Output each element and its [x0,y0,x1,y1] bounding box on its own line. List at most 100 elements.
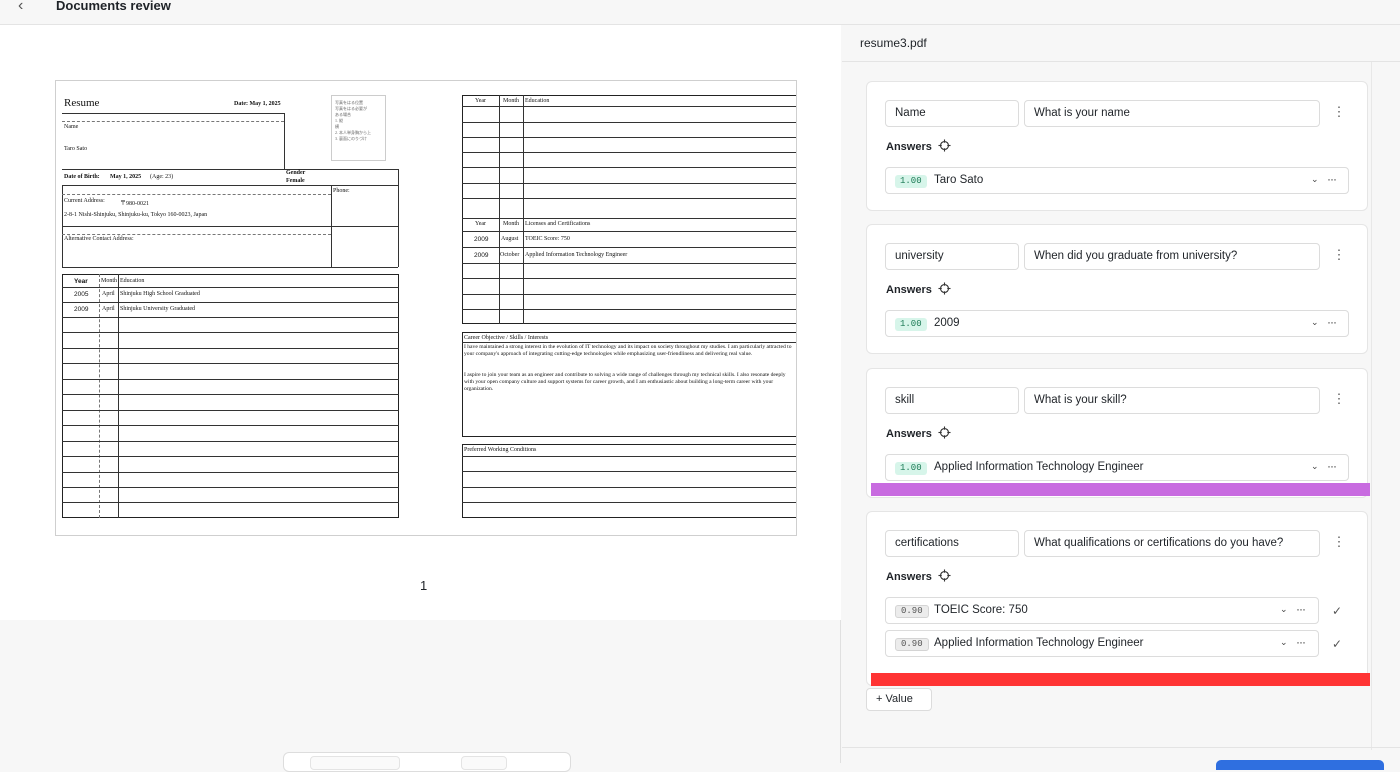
check-icon[interactable]: ✓ [1332,604,1342,618]
age-value: (Age: 23) [150,174,174,180]
chevron-down-icon[interactable]: ⌄ [1280,604,1288,615]
certifications-highlight-bar [871,673,1370,686]
confidence-badge: 1.00 [895,318,927,331]
scrollbar[interactable] [1371,62,1372,750]
lic-header-month: Month [503,221,520,227]
alt-address-label: Alternative Contact Address: [64,236,134,242]
edu-left-header-month: Month [101,278,118,284]
crosshair-icon[interactable] [938,282,951,295]
career-title: Career Objective / Skills / Interests [464,335,549,341]
question-input[interactable]: When did you graduate from university? [1024,243,1320,270]
question-input[interactable]: What qualifications or certifications do… [1024,530,1320,557]
zoom-select[interactable] [310,756,400,770]
field-card-certifications: certifications What qualifications or ce… [866,511,1368,686]
answer-value: TOEIC Score: 750 [934,604,1028,616]
edu-left-row-1-year: 2005 [74,291,89,298]
postal-code: 〒980-0021 [120,201,149,207]
key-input[interactable]: university [885,243,1019,270]
extraction-panel: resume3.pdf Name What is your name ⋮ Ans… [842,25,1400,770]
address-label: Current Address: [64,198,105,204]
viewer-toolbar [283,752,571,772]
field-card-university: university When did you graduate from un… [866,224,1368,354]
more-vertical-icon[interactable]: ⋮ [1330,247,1348,263]
phone-label: Phone: [333,188,350,194]
chevron-down-icon[interactable]: ⌄ [1280,637,1288,648]
add-value-label: Value [885,693,913,705]
key-input[interactable]: Name [885,100,1019,127]
edu-left-row-1-month: April [102,291,115,297]
answers-label: Answers [886,571,932,583]
panel-footer-divider [842,747,1400,748]
more-vertical-icon[interactable]: ⋮ [1330,104,1348,120]
dob-value: May 1, 2025 [110,174,142,180]
check-icon[interactable]: ✓ [1332,637,1342,651]
dob-label: Date of Birth: [64,174,100,180]
question-input[interactable]: What is your skill? [1024,387,1320,414]
name-value: Taro Sato [64,146,88,152]
lic-row-1-text: TOEIC Score: 750 [525,236,570,242]
chevron-down-icon[interactable]: ⌄ [1311,317,1319,328]
more-horizontal-icon[interactable]: ··· [1327,172,1337,186]
back-chevron-icon[interactable]: ‹ [18,0,23,15]
crosshair-icon[interactable] [938,139,951,152]
education-licenses-table-right [462,95,796,324]
address-value: 2-8-1 Nishi-Shinjuku, Shinjuku-ku, Tokyo… [64,212,208,218]
edu-right-header-year: Year [475,98,487,104]
answer-row[interactable]: 1.00 2009 ⌄ ··· [885,310,1349,337]
more-horizontal-icon[interactable]: ··· [1296,635,1306,649]
key-input[interactable]: certifications [885,530,1019,557]
pdf-page-area: Resume Date: May 1, 2025 写真をはる位置 写真をはる必要… [0,25,841,620]
photo-placeholder: 写真をはる位置 写真をはる必要が ある場合 1. 縦 横 2. 本人単身胸から上… [331,95,386,161]
doc-date: Date: May 1, 2025 [234,101,281,107]
chevron-down-icon[interactable]: ⌄ [1311,461,1319,472]
gender-value: Female [286,178,305,184]
more-vertical-icon[interactable]: ⋮ [1330,534,1348,550]
answer-row[interactable]: 1.00 Taro Sato ⌄ ··· [885,167,1349,194]
lic-header-year: Year [475,221,487,227]
doc-title: Resume [64,97,100,109]
edu-right-header-education: Education [525,98,550,104]
skill-highlight-bar [871,483,1370,496]
page-number: 1 [420,578,428,593]
add-value-button[interactable]: + Value [866,688,932,711]
answers-label: Answers [886,428,932,440]
crosshair-icon[interactable] [938,426,951,439]
key-input[interactable]: skill [885,387,1019,414]
career-paragraph-2: I aspire to join your team as an enginee… [464,372,786,392]
career-paragraph-1: I have maintained a strong interest in t… [464,344,792,357]
plus-icon: + [876,693,883,705]
answer-row[interactable]: 0.90 TOEIC Score: 750 ⌄ ··· [885,597,1319,624]
more-horizontal-icon[interactable]: ··· [1296,602,1306,616]
gender-label: Gender [286,170,306,176]
lic-row-1-year: 2009 [474,236,489,243]
confidence-badge: 1.00 [895,175,927,188]
field-card-name: Name What is your name ⋮ Answers 1.00 Ta… [866,81,1368,211]
edu-left-row-2-year: 2009 [74,306,89,313]
top-bar: ‹ Documents review [0,0,1400,25]
resume-page: Resume Date: May 1, 2025 写真をはる位置 写真をはる必要… [55,80,797,536]
panel-header: resume3.pdf [842,25,1400,62]
edu-left-row-2-month: April [102,306,115,312]
answer-value: 2009 [934,317,960,329]
lic-header-title: Licenses and Certifications [525,221,591,227]
edu-left-header-year: Year [74,278,88,285]
lic-row-1-month: August [501,236,519,242]
more-vertical-icon[interactable]: ⋮ [1330,391,1348,407]
confidence-badge: 1.00 [895,462,927,475]
question-input[interactable]: What is your name [1024,100,1320,127]
page-title: Documents review [56,0,171,13]
answer-row[interactable]: 1.00 Applied Information Technology Engi… [885,454,1349,481]
edu-left-row-2-text: Shinjuku University Graduated [120,306,195,312]
confidence-badge: 0.90 [895,638,929,651]
edu-left-row-1-text: Shinjuku High School Graduated [120,291,200,297]
document-viewer[interactable]: Resume Date: May 1, 2025 写真をはる位置 写真をはる必要… [0,25,841,772]
edu-left-header-education: Education [120,278,145,284]
crosshair-icon[interactable] [938,569,951,582]
answer-row[interactable]: 0.90 Applied Information Technology Engi… [885,630,1319,657]
more-horizontal-icon[interactable]: ··· [1327,315,1337,329]
more-horizontal-icon[interactable]: ··· [1327,459,1337,473]
primary-action-button[interactable] [1216,760,1384,770]
lic-row-2-month: October [500,252,520,258]
page-input[interactable] [461,756,507,770]
chevron-down-icon[interactable]: ⌄ [1311,174,1319,185]
